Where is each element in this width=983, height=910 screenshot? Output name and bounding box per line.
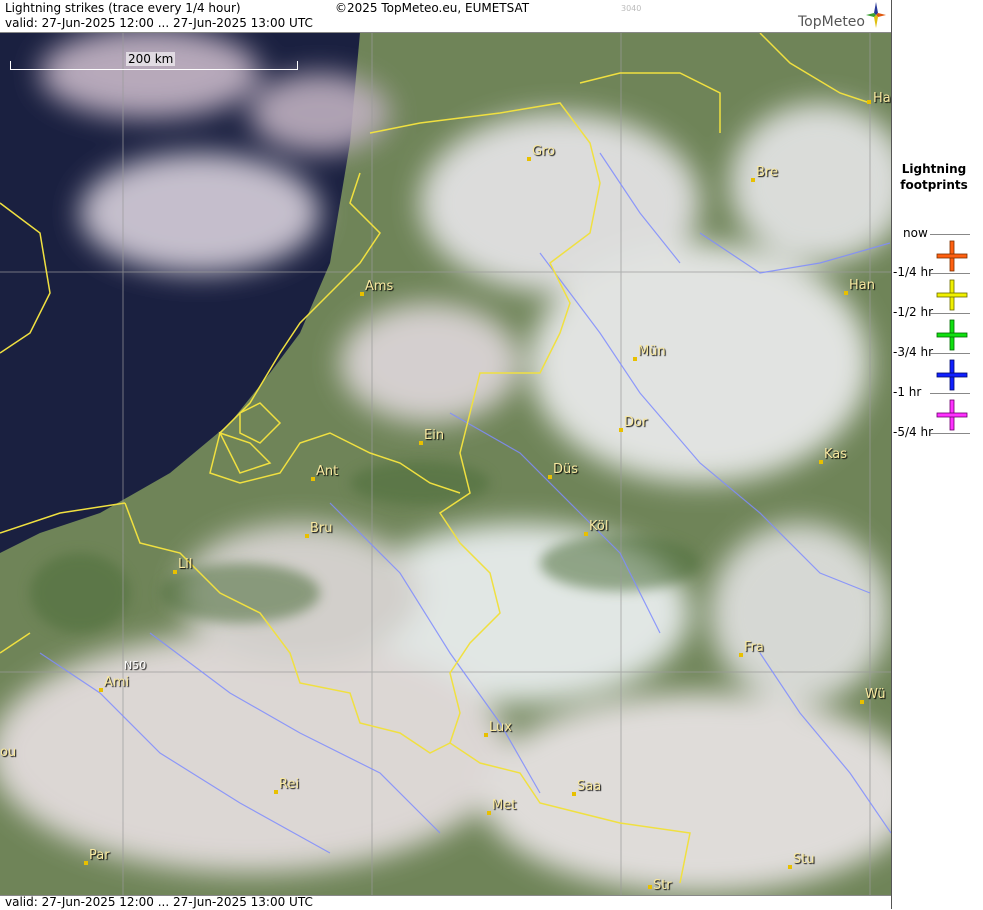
city-dor: Dor <box>624 415 648 430</box>
city-marker <box>751 178 755 182</box>
city-lil: Lil <box>178 557 193 572</box>
city-kol: Köl <box>589 519 609 534</box>
map-title: Lightning strikes (trace every 1/4 hour) <box>5 1 241 15</box>
legend-label-now: now <box>903 226 928 240</box>
scale-label: 200 km <box>126 52 176 66</box>
city-met: Met <box>492 798 517 813</box>
city-marker <box>860 700 864 704</box>
city-marker <box>867 100 871 104</box>
valid-time: valid: 27-Jun-2025 12:00 ... 27-Jun-2025… <box>5 16 313 30</box>
city-fra: Fra <box>744 640 764 655</box>
city-bre: Bre <box>756 165 778 180</box>
city-marker <box>84 861 88 865</box>
city-ein: Ein <box>424 428 445 443</box>
cross-icon <box>936 240 968 272</box>
city-marker <box>619 428 623 432</box>
city-mun: Mün <box>638 344 666 359</box>
map-canvas <box>0 33 891 895</box>
city-marker <box>419 441 423 445</box>
copyright: ©2025 TopMeteo.eu, EUMETSAT <box>335 1 530 15</box>
city-marker <box>484 733 488 737</box>
city-marker <box>584 532 588 536</box>
city-marker <box>305 534 309 538</box>
brand-logo: TopMeteo <box>798 14 865 30</box>
city-marker <box>527 157 531 161</box>
city-ami: Ami <box>104 675 130 690</box>
cross-icon <box>936 319 968 351</box>
city-ou: ou <box>0 745 17 760</box>
city-stu: Stu <box>793 852 815 867</box>
map-code: 3040 <box>621 4 642 13</box>
city-marker <box>311 477 315 481</box>
city-bru: Bru <box>310 521 333 536</box>
compass-star-icon <box>866 2 886 28</box>
latitude-label: N50 <box>124 659 147 672</box>
city-marker <box>788 865 792 869</box>
cross-icon <box>936 279 968 311</box>
city-marker <box>548 475 552 479</box>
city-ha: Ha <box>873 91 891 106</box>
legend-label-half: -1/2 hr <box>893 305 933 319</box>
footer-bar: valid: 27-Jun-2025 12:00 ... 27-Jun-2025… <box>0 895 891 910</box>
city-kas: Kas <box>824 447 848 462</box>
city-lux: Lux <box>489 720 512 735</box>
city-marker <box>633 357 637 361</box>
city-marker <box>572 792 576 796</box>
city-marker <box>99 688 103 692</box>
city-wu: Wü <box>865 687 886 702</box>
satellite-map[interactable]: 200 km N50 Ha Gro Bre Ams Han Mün Dor Ei… <box>0 33 891 895</box>
city-marker <box>173 570 177 574</box>
cross-icon <box>936 359 968 391</box>
city-marker <box>844 291 848 295</box>
city-ams: Ams <box>365 279 394 294</box>
city-marker <box>487 811 491 815</box>
city-dus: Düs <box>553 462 579 477</box>
legend-label-quarter: -1/4 hr <box>893 265 933 279</box>
city-marker <box>819 460 823 464</box>
city-marker <box>274 790 278 794</box>
legend-title: Lightning footprints <box>900 162 968 192</box>
city-marker <box>360 292 364 296</box>
header-bar: Lightning strikes (trace every 1/4 hour)… <box>0 0 891 33</box>
city-ant: Ant <box>316 464 339 479</box>
cross-icon <box>936 399 968 431</box>
footer-valid-time: valid: 27-Jun-2025 12:00 ... 27-Jun-2025… <box>5 895 313 909</box>
city-marker <box>739 653 743 657</box>
city-marker <box>648 885 652 889</box>
legend-label-three-quarter: -3/4 hr <box>893 345 933 359</box>
city-gro: Gro <box>532 144 556 159</box>
legend-label-five-quarter: -5/4 hr <box>893 425 933 439</box>
city-str: Str <box>653 878 672 893</box>
city-rei: Rei <box>279 777 300 792</box>
lightning-legend: Lightning footprints now -1/4 hr -1/2 hr… <box>891 0 983 909</box>
city-han: Han <box>849 278 875 293</box>
city-saa: Saa <box>577 779 602 794</box>
city-par: Par <box>89 848 110 863</box>
legend-label-one-hour: -1 hr <box>893 385 922 399</box>
